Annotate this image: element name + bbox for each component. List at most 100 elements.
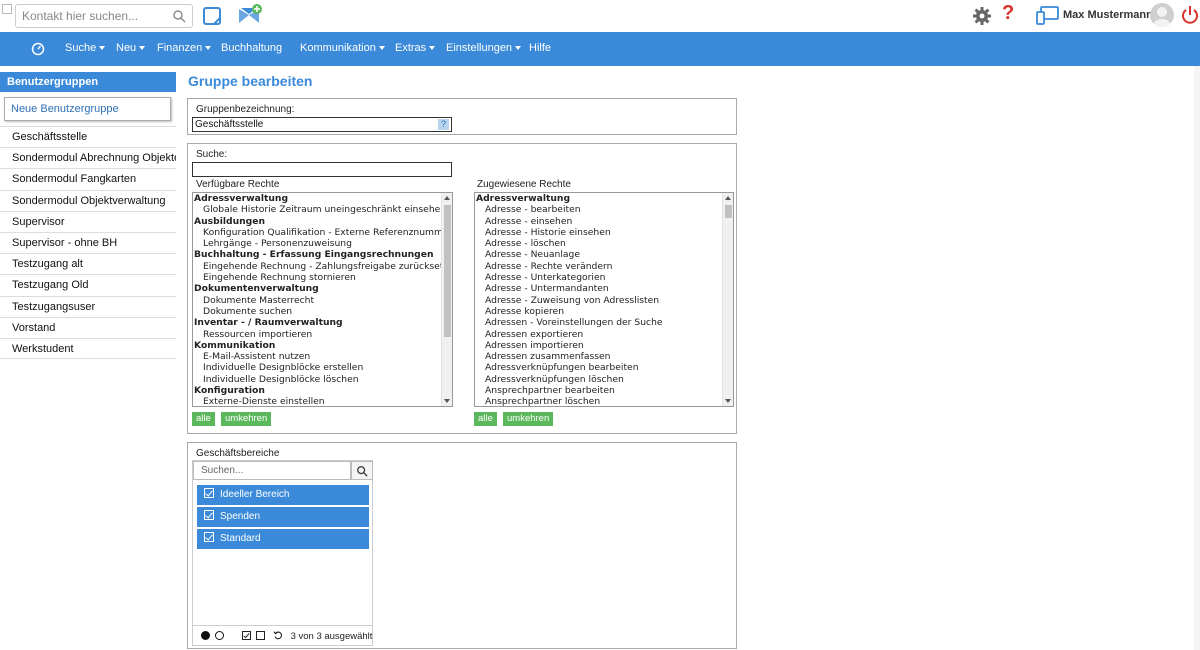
rights-option[interactable]: Konfiguration Qualifikation - Externe Re…	[193, 227, 452, 238]
business-area-item[interactable]: Spenden	[197, 507, 369, 527]
rights-option[interactable]: Individuelle Designblöcke erstellen	[193, 362, 452, 373]
invert-assigned-button[interactable]: umkehren	[503, 412, 554, 426]
nav-finanzen[interactable]: Finanzen	[157, 42, 212, 54]
scrollbar[interactable]	[441, 193, 452, 406]
assigned-rights-list[interactable]: Adressverwaltung Adresse - bearbeiten Adre…	[474, 192, 734, 407]
select-all-available-button[interactable]: alle	[192, 412, 215, 426]
rights-option[interactable]: Ressourcen importieren	[193, 329, 452, 340]
dashboard-icon[interactable]	[31, 42, 45, 56]
rights-group-header[interactable]: Buchhaltung - Erfassung Eingangsrechnung…	[193, 249, 452, 260]
rights-option[interactable]: Ansprechpartner bearbeiten	[475, 385, 733, 396]
scroll-down-icon[interactable]	[444, 399, 450, 403]
rights-group-header[interactable]: Adressverwaltung	[193, 193, 452, 204]
rights-option[interactable]: Adresse - Rechte verändern	[475, 261, 733, 272]
nav-extras[interactable]: Extras	[395, 42, 436, 54]
rights-option[interactable]: Individuelle Designblöcke löschen	[193, 374, 452, 385]
sidebar-item[interactable]: Testzugang Old	[0, 274, 176, 295]
select-none-icon[interactable]	[256, 631, 266, 640]
devices-icon[interactable]	[1036, 5, 1060, 25]
select-all-icon[interactable]	[242, 631, 252, 640]
nav-buchhaltung[interactable]: Buchhaltung	[221, 42, 282, 54]
checkbox-checked-icon[interactable]	[204, 532, 214, 542]
power-icon[interactable]	[1180, 4, 1200, 26]
scroll-up-icon[interactable]	[725, 196, 731, 200]
search-icon[interactable]	[172, 9, 186, 23]
scrollbar[interactable]	[722, 193, 733, 406]
page-scrollbar[interactable]	[1194, 66, 1200, 650]
rights-option[interactable]: Adressen importieren	[475, 340, 733, 351]
rights-option[interactable]: Adressverknüpfungen löschen	[475, 374, 733, 385]
help-icon[interactable]: ?	[438, 119, 449, 130]
rights-group-header[interactable]: Dokumentenverwaltung	[193, 283, 452, 294]
radio-empty-icon[interactable]	[215, 631, 224, 640]
scroll-up-icon[interactable]	[444, 196, 450, 200]
scrollbar-thumb[interactable]	[725, 205, 732, 218]
rights-group-header[interactable]: Adressverwaltung	[475, 193, 733, 204]
rights-option[interactable]: Adressverknüpfungen bearbeiten	[475, 362, 733, 373]
rights-group-header[interactable]: Inventar - / Raumverwaltung	[193, 317, 452, 328]
rights-option[interactable]: Adresse - Untermandanten	[475, 283, 733, 294]
invert-available-button[interactable]: umkehren	[221, 412, 272, 426]
business-areas-search-input[interactable]: Suchen...	[193, 461, 351, 480]
radio-filled-icon[interactable]	[201, 631, 210, 640]
user-name[interactable]: Max Mustermann	[1063, 9, 1153, 21]
business-area-item[interactable]: Ideeller Bereich	[197, 485, 369, 505]
sidebar-item[interactable]: Supervisor - ohne BH	[0, 231, 176, 253]
rights-option[interactable]: Adresse - Neuanlage	[475, 249, 733, 260]
avatar-icon[interactable]	[1150, 3, 1174, 27]
scrollbar-thumb[interactable]	[444, 205, 451, 337]
rights-option[interactable]: Adressen - Voreinstellungen der Suche	[475, 317, 733, 328]
rights-option[interactable]: Dokumente suchen	[193, 306, 452, 317]
rights-option[interactable]: Adressen zusammenfassen	[475, 351, 733, 362]
rights-option[interactable]: Adresse - bearbeiten	[475, 204, 733, 215]
sidebar-item[interactable]: Testzugang alt	[0, 253, 176, 274]
nav-hilfe[interactable]: Hilfe	[529, 42, 551, 54]
rights-group-header[interactable]: Kommunikation	[193, 340, 452, 351]
sidebar-item[interactable]: Supervisor	[0, 210, 176, 232]
rights-option[interactable]: Adressen exportieren	[475, 329, 733, 340]
nav-kommunikation[interactable]: Kommunikation	[300, 42, 385, 54]
nav-neu[interactable]: Neu	[116, 42, 146, 54]
search-button[interactable]	[351, 461, 373, 480]
rights-option[interactable]: Externe-Dienste einstellen	[193, 396, 452, 406]
sidebar-item[interactable]: Sondermodul Abrechnung Objekte	[0, 147, 176, 168]
nav-einstellungen[interactable]: Einstellungen	[446, 42, 522, 54]
checkbox-checked-icon[interactable]	[204, 510, 214, 520]
sidebar-item[interactable]: Geschäftsstelle	[0, 126, 176, 147]
add-contact-icon[interactable]	[237, 3, 263, 27]
new-user-group-button[interactable]: Neue Benutzergruppe	[4, 97, 171, 121]
rights-option[interactable]: Globale Historie Zeitraum uneingeschränk…	[193, 204, 452, 215]
help-icon[interactable]: ?	[1002, 2, 1014, 25]
reset-icon[interactable]	[273, 630, 283, 640]
rights-option[interactable]: Adresse - löschen	[475, 238, 733, 249]
sidebar-item[interactable]: Testzugangsuser	[0, 295, 176, 317]
group-name-input[interactable]: Geschäftsstelle ?	[192, 117, 452, 132]
nav-suche[interactable]: Suche	[65, 42, 106, 54]
rights-option[interactable]: Adresse - Historie einsehen	[475, 227, 733, 238]
contact-search-box[interactable]	[15, 4, 193, 28]
sidebar-item[interactable]: Sondermodul Fangkarten	[0, 168, 176, 189]
rights-option[interactable]: Eingehende Rechnung stornieren	[193, 272, 452, 283]
sidebar-item[interactable]: Vorstand	[0, 316, 176, 338]
contact-search-input[interactable]	[16, 5, 166, 27]
available-rights-list[interactable]: Adressverwaltung Globale Historie Zeitrau…	[192, 192, 453, 407]
rights-group-header[interactable]: Ausbildungen	[193, 216, 452, 227]
sidebar-item[interactable]: Werkstudent	[0, 337, 176, 360]
rights-option[interactable]: Adresse kopieren	[475, 306, 733, 317]
checkbox-checked-icon[interactable]	[204, 488, 214, 498]
select-all-assigned-button[interactable]: alle	[474, 412, 497, 426]
sidebar-item[interactable]: Sondermodul Objektverwaltung	[0, 189, 176, 211]
rights-option[interactable]: E-Mail-Assistent nutzen	[193, 351, 452, 362]
note-icon[interactable]	[202, 6, 222, 26]
rights-option[interactable]: Lehrgänge - Personenzuweisung	[193, 238, 452, 249]
gear-icon[interactable]	[972, 6, 992, 26]
rights-option[interactable]: Dokumente Masterrecht	[193, 295, 452, 306]
rights-option[interactable]: Eingehende Rechnung - Zahlungsfreigabe z…	[193, 261, 452, 272]
scroll-down-icon[interactable]	[725, 399, 731, 403]
rights-option[interactable]: Adresse - einsehen	[475, 216, 733, 227]
rights-option[interactable]: Adresse - Zuweisung von Adresslisten	[475, 295, 733, 306]
rights-option[interactable]: Ansprechpartner löschen	[475, 396, 733, 406]
rights-option[interactable]: Adresse - Unterkategorien	[475, 272, 733, 283]
rights-search-input[interactable]	[192, 162, 452, 177]
business-area-item[interactable]: Standard	[197, 529, 369, 549]
